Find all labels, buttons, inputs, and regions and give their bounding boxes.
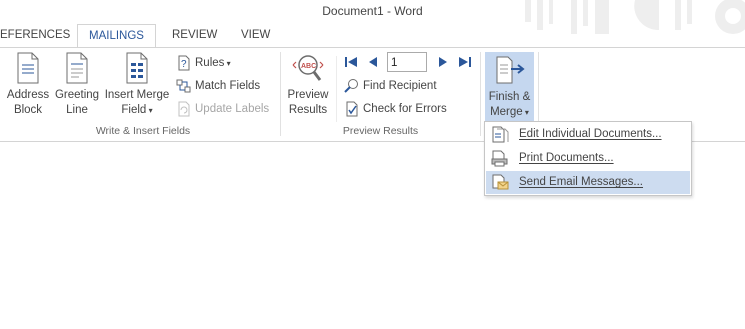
finish-merge-label-2-text: Merge [490,106,523,118]
preview-results-label-2: Results [288,104,328,116]
preview-results-button[interactable]: ABC Preview Results [284,52,332,118]
svg-text:ABC: ABC [301,63,316,70]
greeting-line-label-2: Line [66,104,88,116]
svg-text:?: ? [181,59,187,70]
last-record-icon[interactable] [458,55,472,69]
title-bar: Document1 - Word [0,0,745,34]
edit-documents-icon [492,126,509,143]
insert-merge-field-label-2: Field ▾ [103,103,171,118]
group-label-preview-results: Preview Results [342,125,419,137]
match-fields-icon [176,79,191,93]
finish-merge-button[interactable]: Finish & Merge ▾ [485,52,534,122]
menu-item-print-documents[interactable]: Print Documents... [486,147,690,170]
match-fields-label: Match Fields [195,80,261,92]
check-for-errors-button[interactable]: Check for Errors [344,100,447,118]
insert-merge-field-icon [126,52,148,84]
check-for-errors-label: Check for Errors [363,103,447,115]
finish-merge-icon [496,56,525,84]
find-recipient-label: Find Recipient [363,80,437,92]
rules-icon: ? [178,55,190,71]
preview-results-label-1: Preview [287,89,329,101]
menu-item-send-email-messages[interactable]: Send Email Messages... [486,171,690,194]
send-email-icon [492,174,509,190]
rules-label: Rules [195,57,225,69]
finish-merge-label-1: Finish & [488,91,531,103]
find-recipient-button[interactable]: Find Recipient [344,77,437,95]
address-block-label-2: Block [13,104,43,116]
menu-item-label: Print Documents... [519,152,614,164]
chevron-down-icon: ▾ [522,108,529,117]
finish-merge-menu: Edit Individual Documents... Print Docum… [484,121,692,196]
greeting-line-button[interactable]: Greeting Line [53,52,101,118]
greeting-line-icon [66,52,88,84]
menu-item-edit-individual-documents[interactable]: Edit Individual Documents... [486,123,690,146]
insert-merge-field-label-2-text: Field [121,104,147,116]
greeting-line-label-1: Greeting [54,89,100,101]
tab-review[interactable]: REVIEW [172,24,217,47]
menu-item-label: Send Email Messages... [519,176,644,188]
chevron-down-icon: ▾ [224,59,231,68]
match-fields-button[interactable]: Match Fields [176,77,260,95]
address-block-button[interactable]: Address Block [6,52,50,118]
record-number-input[interactable]: 1 [387,52,427,72]
print-documents-icon [491,150,508,167]
group-label-write-insert: Write & Insert Fields [95,125,191,137]
update-labels-icon [178,101,190,117]
address-block-label-1: Address [6,89,50,101]
insert-merge-field-button[interactable]: Insert Merge Field ▾ [103,52,171,118]
next-record-icon[interactable] [436,55,450,69]
insert-merge-field-label-1: Insert Merge [104,89,170,101]
menu-item-label: Edit Individual Documents... [519,128,662,140]
find-recipient-icon [344,78,358,93]
divider [336,56,337,122]
preview-results-icon: ABC [292,55,324,81]
ribbon-tabs: EFERENCES MAILINGS REVIEW VIEW [0,24,745,49]
group-separator [280,52,281,136]
previous-record-icon[interactable] [366,55,380,69]
chevron-down-icon: ▾ [146,106,153,115]
check-errors-icon [346,101,358,117]
rules-button[interactable]: ? Rules ▾ [176,54,231,72]
tab-mailings[interactable]: MAILINGS [77,24,156,49]
address-block-icon [17,52,39,84]
finish-merge-label-2: Merge ▾ [485,105,534,120]
tab-references[interactable]: EFERENCES [0,24,70,47]
update-labels-button[interactable]: Update Labels [176,100,269,118]
tab-view[interactable]: VIEW [241,24,270,47]
group-separator [480,52,481,136]
first-record-icon[interactable] [344,55,358,69]
update-labels-label: Update Labels [195,103,270,115]
